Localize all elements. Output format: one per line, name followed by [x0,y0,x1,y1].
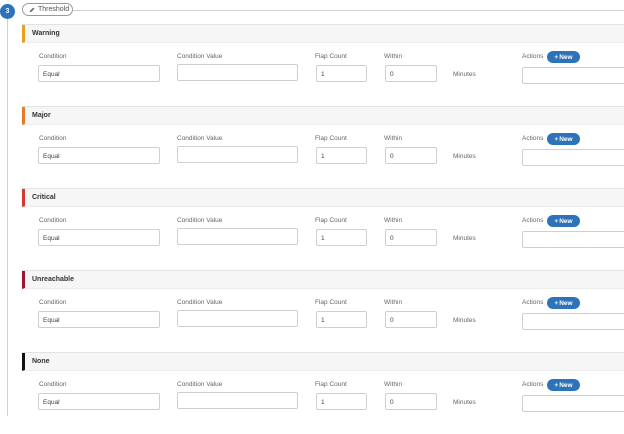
condition-label: Condition [39,299,67,306]
condition-value-label: Condition Value [177,217,223,224]
within-input[interactable]: 0 [385,311,437,328]
actions-input[interactable] [522,231,624,248]
new-button-label: New [559,135,573,143]
plus-icon: + [554,299,559,307]
minutes-label: Minutes [453,317,476,324]
section-header: None [22,353,624,371]
threshold-section-unreachable: Unreachable Condition Condition Value Fl… [22,270,624,352]
condition-select[interactable]: Equal [38,147,160,164]
section-title: None [32,358,50,365]
condition-select[interactable]: Equal [38,65,160,82]
condition-value-input[interactable] [177,392,298,409]
flap-count-input[interactable]: 1 [316,65,367,82]
pencil-icon [29,7,35,12]
new-action-button[interactable]: + New [547,215,580,227]
section-header: Major [22,107,624,125]
section-header: Critical [22,189,624,207]
actions-label: Actions [522,135,544,142]
actions-label: Actions [522,217,544,224]
condition-select[interactable]: Equal [38,311,160,328]
threshold-chip[interactable]: Threshold [22,3,73,16]
flap-count-label: Flap Count [315,135,347,142]
actions-label: Actions [522,381,544,388]
actions-input[interactable] [522,149,624,166]
actions-label: Actions [522,299,544,306]
timeline-line [7,19,8,416]
condition-value-input[interactable] [177,228,298,245]
flap-count-input[interactable]: 1 [316,147,367,164]
section-header: Warning [22,25,624,43]
condition-value-label: Condition Value [177,381,223,388]
header-divider [73,10,624,11]
condition-value-label: Condition Value [177,299,223,306]
minutes-label: Minutes [453,399,476,406]
threshold-chip-label: Threshold [38,6,70,13]
actions-input[interactable] [522,67,624,84]
condition-label: Condition [39,217,67,224]
within-input[interactable]: 0 [385,65,437,82]
section-title: Critical [32,194,56,201]
flap-count-label: Flap Count [315,53,347,60]
plus-icon: + [554,135,559,143]
condition-select[interactable]: Equal [38,393,160,410]
threshold-section-warning: Warning Condition Condition Value Flap C… [22,24,624,106]
condition-label: Condition [39,135,67,142]
condition-value-label: Condition Value [177,53,223,60]
condition-value-label: Condition Value [177,135,223,142]
plus-icon: + [554,381,559,389]
section-header: Unreachable [22,271,624,289]
within-input[interactable]: 0 [385,229,437,246]
actions-label: Actions [522,53,544,60]
threshold-section-critical: Critical Condition Condition Value Flap … [22,188,624,270]
within-label: Within [384,381,403,388]
section-title: Major [32,112,51,119]
plus-icon: + [554,53,559,61]
minutes-label: Minutes [453,71,476,78]
minutes-label: Minutes [453,153,476,160]
within-input[interactable]: 0 [385,147,437,164]
condition-value-input[interactable] [177,146,298,163]
new-action-button[interactable]: + New [547,297,580,309]
within-label: Within [384,135,403,142]
within-label: Within [384,53,403,60]
flap-count-input[interactable]: 1 [316,311,367,328]
condition-value-input[interactable] [177,64,298,81]
new-button-label: New [559,217,573,225]
new-action-button[interactable]: + New [547,133,580,145]
within-label: Within [384,299,403,306]
condition-label: Condition [39,53,67,60]
threshold-section-none: None Condition Condition Value Flap Coun… [22,352,624,434]
actions-input[interactable] [522,395,624,412]
within-label: Within [384,217,403,224]
flap-count-label: Flap Count [315,217,347,224]
flap-count-label: Flap Count [315,381,347,388]
new-action-button[interactable]: + New [547,379,580,391]
flap-count-input[interactable]: 1 [316,229,367,246]
condition-label: Condition [39,381,67,388]
section-title: Warning [32,30,60,37]
section-title: Unreachable [32,276,75,283]
new-button-label: New [559,299,573,307]
new-action-button[interactable]: + New [547,51,580,63]
minutes-label: Minutes [453,235,476,242]
condition-value-input[interactable] [177,310,298,327]
plus-icon: + [554,217,559,225]
threshold-section-major: Major Condition Condition Value Flap Cou… [22,106,624,188]
flap-count-label: Flap Count [315,299,347,306]
new-button-label: New [559,53,573,61]
condition-select[interactable]: Equal [38,229,160,246]
within-input[interactable]: 0 [385,393,437,410]
step-number-badge: 3 [0,4,15,19]
flap-count-input[interactable]: 1 [316,393,367,410]
actions-input[interactable] [522,313,624,330]
new-button-label: New [559,381,573,389]
